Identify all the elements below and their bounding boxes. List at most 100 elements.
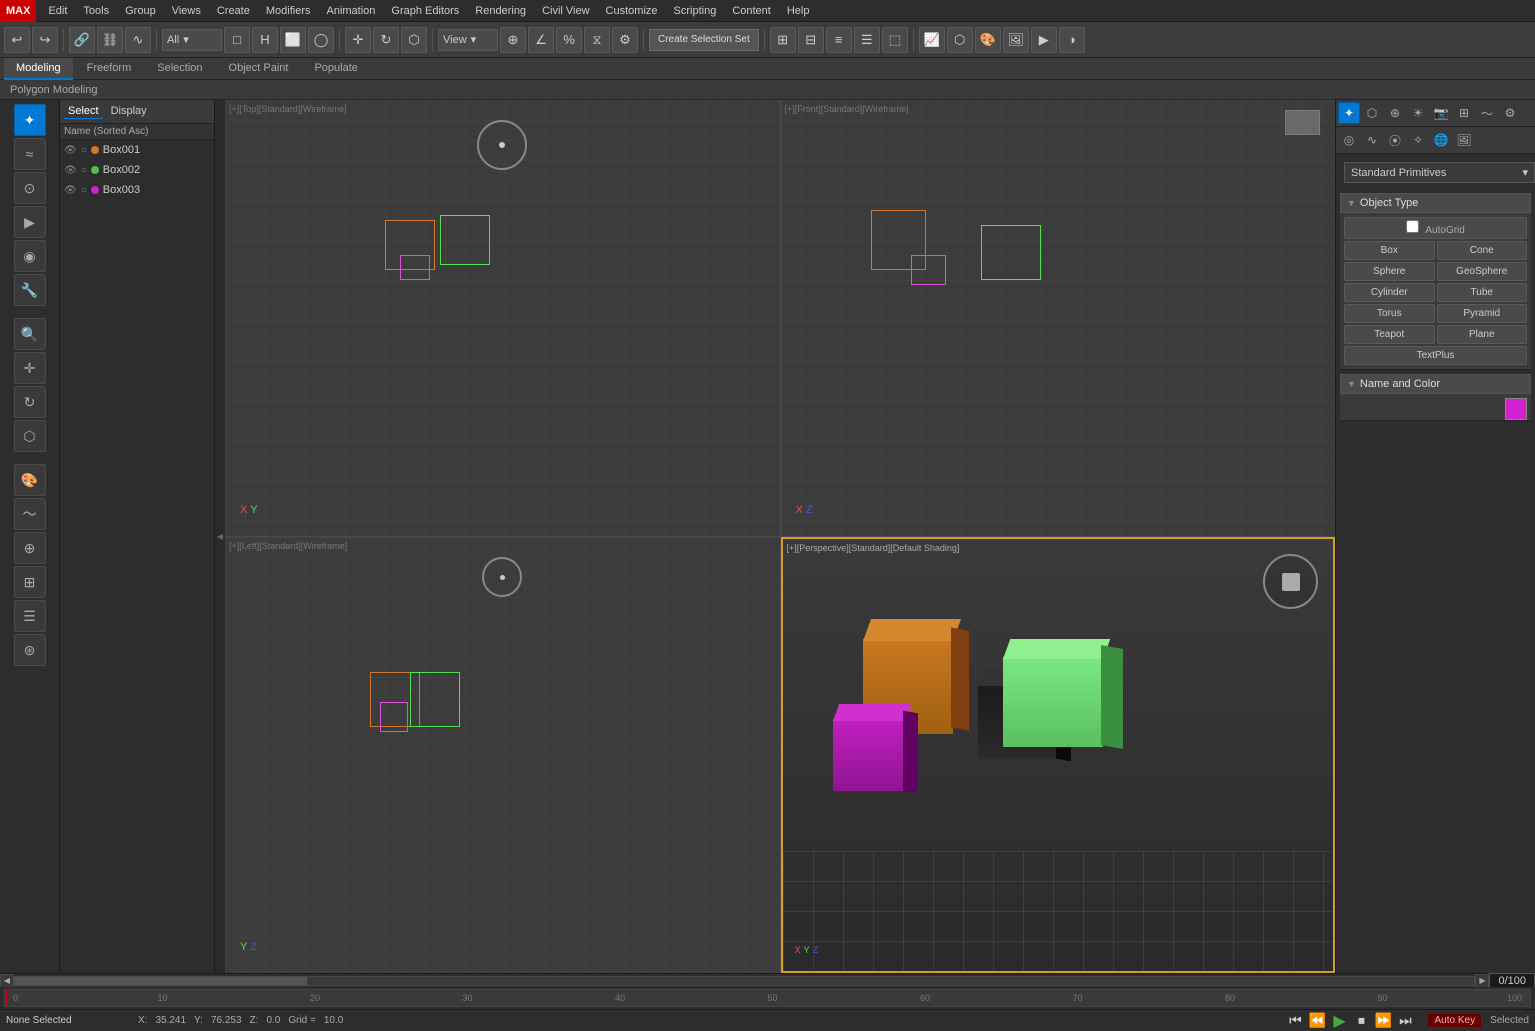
list-item[interactable]: 👁 ○ Box002 <box>60 160 214 180</box>
cameras-icon-btn[interactable]: 📷 <box>1430 102 1452 124</box>
go-start-btn[interactable]: ⏮ <box>1285 1011 1305 1031</box>
geometry-icon-btn[interactable]: ⬡ <box>1361 102 1383 124</box>
unlink-btn[interactable]: ⛓ <box>97 27 123 53</box>
viewport-left[interactable]: [+][Left][Standard][Wireframe] Y Z <box>225 537 780 973</box>
stop-btn[interactable]: ⏹ <box>1351 1011 1371 1031</box>
selection-filter-btn[interactable]: 🔍 <box>14 318 46 350</box>
tab-selection[interactable]: Selection <box>145 58 214 80</box>
align-options-btn[interactable]: ≡ <box>826 27 852 53</box>
menu-scripting[interactable]: Scripting <box>666 0 725 22</box>
list-item[interactable]: 👁 ○ Box003 <box>60 180 214 200</box>
select-scale-btn[interactable]: ⬡ <box>401 27 427 53</box>
app-logo[interactable]: MAX <box>0 0 36 22</box>
cylinder-btn[interactable]: Cylinder <box>1344 283 1435 302</box>
color-swatch[interactable] <box>1505 398 1527 420</box>
mirror-btn[interactable]: ⊞ <box>770 27 796 53</box>
tab-freeform[interactable]: Freeform <box>75 58 144 80</box>
utilities-panel-btn[interactable]: 🔧 <box>14 274 46 306</box>
autokey-btn[interactable]: Auto Key <box>1427 1013 1482 1028</box>
environment-icon-btn[interactable]: 🌐 <box>1430 129 1452 151</box>
xform-gizmo-btn[interactable]: ⊛ <box>14 634 46 666</box>
material-btn[interactable]: 🎨 <box>14 464 46 496</box>
modify-panel-btn[interactable]: ≈ <box>14 138 46 170</box>
viewport-perspective[interactable]: [+][Perspective][Standard][Default Shadi… <box>781 537 1336 973</box>
nurbs-icon-btn[interactable]: ∿ <box>1361 129 1383 151</box>
menu-tools[interactable]: Tools <box>75 0 117 22</box>
circle-sel-btn[interactable]: ◯ <box>308 27 334 53</box>
box-btn[interactable]: Box <box>1344 241 1435 260</box>
lights-icon-btn[interactable]: ☀ <box>1407 102 1429 124</box>
viewport-front[interactable]: [+][Front][Standard][Wireframe] X Z <box>781 100 1336 536</box>
textplus-btn[interactable]: TextPlus <box>1344 346 1527 365</box>
select-move-btn[interactable]: ✛ <box>345 27 371 53</box>
tab-modeling[interactable]: Modeling <box>4 58 73 80</box>
redo-btn[interactable]: ↪ <box>32 27 58 53</box>
cone-btn[interactable]: Cone <box>1437 241 1528 260</box>
menu-customize[interactable]: Customize <box>598 0 666 22</box>
mirror-btn2[interactable]: ⊞ <box>14 566 46 598</box>
link-btn[interactable]: 🔗 <box>69 27 95 53</box>
active-shade-btn[interactable]: ◑ <box>1059 27 1085 53</box>
snap-btn[interactable]: ⊕ <box>14 532 46 564</box>
display-panel-btn[interactable]: ◉ <box>14 240 46 272</box>
create-icon-btn[interactable]: ✦ <box>1338 102 1360 124</box>
layer-mgr-btn[interactable]: ☰ <box>14 600 46 632</box>
material-editor-btn[interactable]: 🎨 <box>975 27 1001 53</box>
autogrid-checkbox[interactable] <box>1406 220 1419 233</box>
spinner-snap-btn[interactable]: ⧖ <box>584 27 610 53</box>
curve-editor-btn[interactable]: 📈 <box>919 27 945 53</box>
move-tool-btn[interactable]: ✛ <box>14 352 46 384</box>
pyramid-btn[interactable]: Pyramid <box>1437 304 1528 323</box>
selection-mode-dropdown[interactable]: All ▾ <box>162 29 222 51</box>
view-dropdown[interactable]: View ▾ <box>438 29 498 51</box>
tab-object-paint[interactable]: Object Paint <box>217 58 301 80</box>
standard-primitives-dropdown[interactable]: Standard Primitives ▾ <box>1344 162 1535 183</box>
particle-icon-btn[interactable]: ◎ <box>1338 129 1360 151</box>
menu-modifiers[interactable]: Modifiers <box>258 0 319 22</box>
play-btn[interactable]: ▶ <box>1329 1011 1349 1031</box>
scroll-left-btn[interactable]: ◀ <box>0 974 14 988</box>
timeline-ruler[interactable]: 0 10 20 30 40 50 60 70 80 90 100 <box>4 989 1531 1007</box>
next-frame-btn[interactable]: ⏩ <box>1373 1011 1393 1031</box>
torus-btn[interactable]: Torus <box>1344 304 1435 323</box>
teapot-btn[interactable]: Teapot <box>1344 325 1435 344</box>
scene-tab-display[interactable]: Display <box>107 104 151 119</box>
curve-btn[interactable]: 〜 <box>14 498 46 530</box>
tube-btn[interactable]: Tube <box>1437 283 1528 302</box>
helpers-icon-btn[interactable]: ⊞ <box>1453 102 1475 124</box>
list-item[interactable]: 👁 ○ Box001 <box>60 140 214 160</box>
prev-frame-btn[interactable]: ⏪ <box>1307 1011 1327 1031</box>
menu-help[interactable]: Help <box>779 0 818 22</box>
timeline-scroll-track[interactable] <box>14 976 1475 986</box>
go-end-btn[interactable]: ⏭ <box>1395 1011 1415 1031</box>
menu-group[interactable]: Group <box>117 0 164 22</box>
rect-sel-btn[interactable]: ⬜ <box>280 27 306 53</box>
perspective-gizmo[interactable] <box>1263 554 1318 609</box>
bind-space-warp-btn[interactable]: ∿ <box>125 27 151 53</box>
motion-panel-btn[interactable]: ▶ <box>14 206 46 238</box>
align-btn[interactable]: ⊟ <box>798 27 824 53</box>
scale-tool-btn[interactable]: ⬡ <box>14 420 46 452</box>
undo-btn[interactable]: ↩ <box>4 27 30 53</box>
menu-edit[interactable]: Edit <box>40 0 75 22</box>
geosphere-btn[interactable]: GeoSphere <box>1437 262 1528 281</box>
create-panel-btn[interactable]: ✦ <box>14 104 46 136</box>
tab-populate[interactable]: Populate <box>302 58 369 80</box>
viewport-top[interactable]: [+][Top][Standard][Wireframe] X Y <box>225 100 780 536</box>
schematic-view-btn[interactable]: ⬡ <box>947 27 973 53</box>
name-color-header[interactable]: ▼ Name and Color <box>1340 374 1531 394</box>
toggle-scene-explorer-btn[interactable]: ☰ <box>854 27 880 53</box>
rotate-tool-btn[interactable]: ↻ <box>14 386 46 418</box>
select-rotate-btn[interactable]: ↻ <box>373 27 399 53</box>
systems-icon-btn[interactable]: ⚙ <box>1499 102 1521 124</box>
plane-btn[interactable]: Plane <box>1437 325 1528 344</box>
timeline-scroll-thumb[interactable] <box>15 977 307 985</box>
playhead[interactable] <box>5 990 7 1006</box>
menu-graph-editors[interactable]: Graph Editors <box>383 0 467 22</box>
layer-btn[interactable]: ⬚ <box>882 27 908 53</box>
hierarchy-panel-btn[interactable]: ⊙ <box>14 172 46 204</box>
render-effects-icon-btn[interactable]: 🖼 <box>1453 129 1475 151</box>
snap-toggle-btn[interactable]: ⊕ <box>500 27 526 53</box>
menu-content[interactable]: Content <box>724 0 779 22</box>
percent-snap-btn[interactable]: % <box>556 27 582 53</box>
